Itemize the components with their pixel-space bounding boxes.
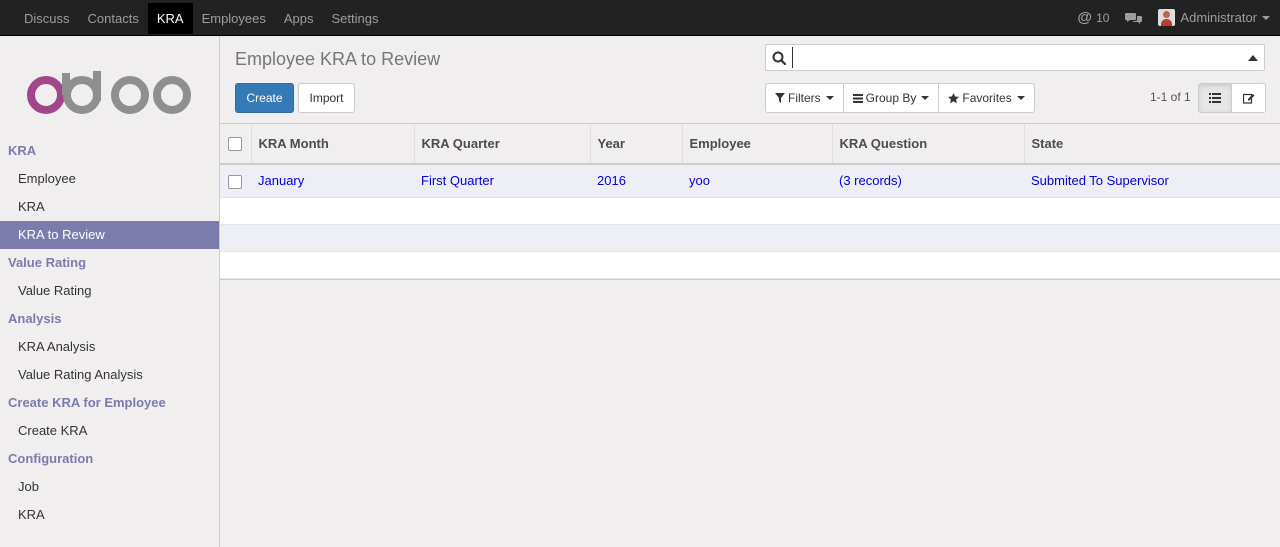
favorites-label: Favorites [962,91,1012,105]
sidebar-item-create-kra[interactable]: Create KRA [0,417,219,445]
sidebar-item-value-rating[interactable]: Value Rating [0,277,219,305]
table-row[interactable]: January First Quarter 2016 yoo (3 record… [220,164,1280,198]
odoo-logo[interactable] [26,69,194,115]
sidebar-section-value-rating: Value Rating [8,255,87,270]
nav-settings[interactable]: Settings [323,3,388,34]
mentions-button[interactable]: @ 10 [1077,9,1109,26]
cell-employee[interactable]: yoo [682,164,832,198]
at-icon: @ [1077,9,1093,26]
sidebar-section-kra: KRA [8,143,37,158]
chat-bubbles-icon[interactable] [1125,12,1143,24]
favorites-dropdown[interactable]: Favorites [939,84,1033,112]
sidebar-section-configuration: Configuration [8,451,94,466]
top-navbar: Discuss Contacts KRA Employees Apps Sett… [0,0,1280,36]
row-select-cell [220,164,251,198]
empty-row [220,197,1280,225]
caret-down-icon [825,96,834,100]
import-button[interactable]: Import [298,83,355,113]
user-name: Administrator [1180,10,1257,25]
nav-discuss[interactable]: Discuss [15,3,79,34]
caret-down-icon [1262,15,1270,20]
nav-apps[interactable]: Apps [275,3,323,34]
list-view-button[interactable] [1199,84,1232,112]
list-bars-icon [852,93,863,103]
breadcrumb: Employee KRA to Review [235,49,441,69]
user-menu[interactable]: Administrator [1158,9,1270,26]
cell-kra-quarter[interactable]: First Quarter [414,164,590,198]
filters-label: Filters [788,91,821,105]
main-content: Employee KRA to Review Create Import Fil… [220,36,1280,547]
sidebar-item-value-rating-analysis[interactable]: Value Rating Analysis [0,361,219,389]
pager-value[interactable]: 1-1 of 1 [1150,90,1191,104]
search-options-toggle-icon[interactable] [1248,55,1258,61]
systray: @ 10 Administrator [1077,0,1280,35]
filters-dropdown[interactable]: Filters [766,84,844,112]
column-header-kra-quarter[interactable]: KRA Quarter [414,124,591,165]
nav-contacts[interactable]: Contacts [79,3,148,34]
cell-year[interactable]: 2016 [590,164,682,198]
nav-kra[interactable]: KRA [147,3,193,34]
column-header-year[interactable]: Year [590,124,683,165]
list-view-icon [1209,93,1221,103]
search-bar [765,44,1265,71]
sidebar-item-kra-analysis[interactable]: KRA Analysis [0,333,219,361]
select-all-cell [220,124,252,165]
create-button[interactable]: Create [235,83,294,113]
column-header-kra-question[interactable]: KRA Question [832,124,1025,165]
sidebar-item-employee[interactable]: Employee [0,165,219,193]
groupby-dropdown[interactable]: Group By [844,84,940,112]
sidebar-menu: KRA Employee KRA KRA to Review Value Rat… [0,137,219,529]
list-view: KRA Month KRA Quarter Year Employee KRA … [220,123,1280,283]
sidebar: KRA Employee KRA KRA to Review Value Rat… [0,36,220,547]
empty-row [220,251,1280,279]
user-avatar [1158,9,1176,26]
sidebar-item-kra[interactable]: KRA [0,193,219,221]
caret-down-icon [1016,96,1025,100]
empty-row [220,224,1280,252]
row-checkbox[interactable] [228,174,242,189]
sidebar-item-config-kra[interactable]: KRA [0,501,219,529]
sidebar-section-analysis: Analysis [8,311,62,326]
sidebar-item-job[interactable]: Job [0,473,219,501]
cell-kra-month[interactable]: January [251,164,414,198]
table-header-row: KRA Month KRA Quarter Year Employee KRA … [220,124,1280,165]
filter-icon [775,93,785,103]
select-all-checkbox[interactable] [228,137,242,152]
search-icon [772,51,786,65]
sidebar-section-create-kra-for-employee: Create KRA for Employee [8,395,166,410]
cell-kra-question[interactable]: (3 records) [832,164,1024,198]
search-options: Filters Group By Favorites [765,83,1035,113]
column-header-kra-month[interactable]: KRA Month [251,124,415,165]
caret-down-icon [921,96,930,100]
mention-count: 10 [1096,10,1110,25]
kra-table: KRA Month KRA Quarter Year Employee KRA … [220,124,1280,279]
app-menu: Discuss Contacts KRA Employees Apps Sett… [15,0,388,35]
search-input[interactable] [792,47,1232,68]
column-header-employee[interactable]: Employee [682,124,833,165]
nav-employees[interactable]: Employees [193,3,275,34]
star-icon [948,92,960,104]
form-view-button[interactable] [1232,84,1265,112]
table-footer [220,278,1280,283]
column-header-state[interactable]: State [1024,124,1280,165]
edit-icon [1242,93,1254,104]
cell-state[interactable]: Submited To Supervisor [1024,164,1280,198]
sidebar-item-kra-to-review[interactable]: KRA to Review [0,221,219,249]
view-switcher [1198,83,1266,113]
groupby-label: Group By [865,91,917,105]
